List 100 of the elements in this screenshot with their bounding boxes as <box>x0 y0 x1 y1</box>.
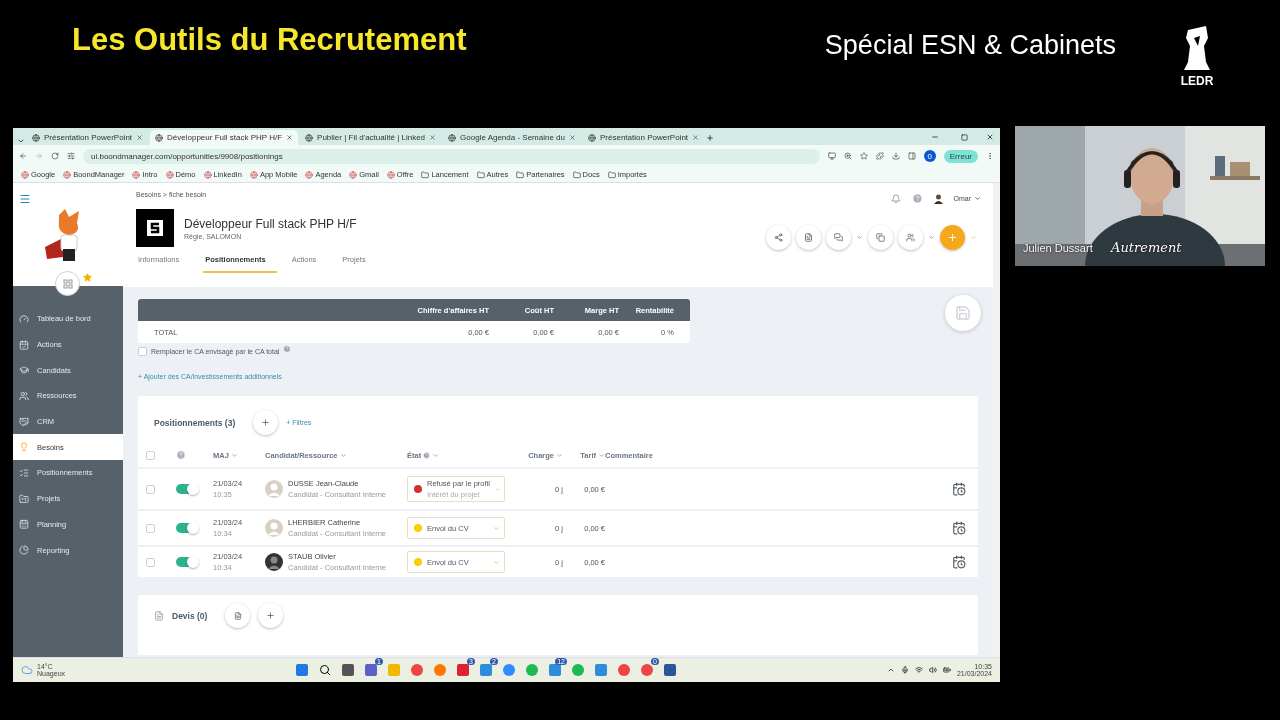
avatar-icon <box>265 553 283 571</box>
sort-icon[interactable] <box>230 451 238 459</box>
star-icon <box>83 273 92 282</box>
address-bar[interactable]: ui.boondmanager.com/opportunities/9908/positionings <box>83 148 820 164</box>
nav-icon <box>19 416 29 427</box>
sort-icon[interactable] <box>339 451 347 459</box>
app-icon <box>664 664 676 676</box>
nav-icon <box>19 545 29 556</box>
extensions-icon[interactable] <box>875 152 884 160</box>
status-button[interactable]: Erreur <box>943 149 978 163</box>
globe-icon <box>448 133 457 142</box>
document-button[interactable] <box>796 225 821 250</box>
caret-icon[interactable] <box>928 234 935 241</box>
caret-icon[interactable] <box>856 234 863 241</box>
user-avatar-icon <box>933 193 943 204</box>
nav-icon <box>19 339 29 350</box>
nav-icon <box>19 442 29 453</box>
close-tab-icon[interactable] <box>136 134 144 141</box>
help-icon[interactable] <box>911 193 923 204</box>
caret-icon[interactable] <box>974 195 981 202</box>
taskbar-app[interactable] <box>317 662 333 678</box>
card-title: Positionnements (3) <box>154 417 236 428</box>
close-icon[interactable] <box>986 133 994 141</box>
app-icon <box>526 664 538 676</box>
caret-icon <box>493 524 500 532</box>
toggle-switch[interactable] <box>176 557 198 567</box>
row-checkbox[interactable] <box>146 557 155 567</box>
document-icon <box>233 611 242 620</box>
folder-icon <box>421 170 430 179</box>
side-panel-icon[interactable] <box>907 152 916 160</box>
nav-icon <box>19 519 29 530</box>
help-icon[interactable] <box>423 451 431 459</box>
globe-icon <box>155 133 164 142</box>
help-icon[interactable] <box>283 344 292 353</box>
toggle-switch[interactable] <box>176 523 198 533</box>
globe-icon <box>386 170 395 179</box>
globe-icon <box>132 170 141 179</box>
microphone-icon[interactable] <box>900 666 909 674</box>
messages-button[interactable] <box>826 225 851 250</box>
browser-tab[interactable]: Développeur Full stack PHP H/F <box>150 130 299 145</box>
minimize-icon[interactable] <box>931 133 939 141</box>
checkbox[interactable] <box>138 347 147 356</box>
duplicate-button[interactable] <box>868 225 893 250</box>
logo-text: LEDR <box>1180 74 1214 88</box>
maximize-icon[interactable] <box>961 134 968 141</box>
avatar-icon <box>265 480 283 498</box>
people-button[interactable] <box>898 225 923 250</box>
share-icon <box>774 233 783 242</box>
share-button[interactable] <box>766 225 791 250</box>
add-button[interactable] <box>940 225 965 250</box>
new-tab-icon[interactable] <box>706 134 715 142</box>
menu-icon[interactable] <box>19 193 31 205</box>
install-icon[interactable] <box>827 152 836 160</box>
row-checkbox[interactable] <box>146 484 155 494</box>
toggle-switch[interactable] <box>176 484 198 494</box>
plus-icon <box>261 418 271 427</box>
close-tab-icon[interactable] <box>286 134 294 141</box>
sort-icon[interactable] <box>598 451 605 459</box>
reload-icon[interactable] <box>51 152 59 160</box>
close-tab-icon[interactable] <box>569 134 576 141</box>
nav-icon <box>19 493 29 504</box>
help-icon[interactable] <box>176 450 186 460</box>
wifi-icon[interactable] <box>914 666 923 674</box>
browser-tab[interactable]: Publier | Fil d'actualité | Linked <box>300 130 442 145</box>
browser-tab[interactable]: Présentation PowerPoint <box>583 130 705 145</box>
calendar-edit-icon[interactable] <box>952 482 966 496</box>
browser-tab[interactable]: Présentation PowerPoint <box>27 130 149 145</box>
weather-icon <box>21 664 33 676</box>
browser-tab[interactable]: Google Agenda - Semaine du <box>443 130 581 145</box>
tab-list-icon[interactable] <box>17 137 25 145</box>
job-title: Développeur Full stack PHP H/F <box>184 216 357 231</box>
download-icon[interactable] <box>891 152 900 160</box>
sort-icon[interactable] <box>556 451 563 459</box>
volume-icon[interactable] <box>928 666 937 674</box>
caption: Autrement <box>1111 240 1182 255</box>
battery-icon[interactable] <box>942 666 951 674</box>
app-icon <box>342 664 354 676</box>
folder-icon <box>516 170 525 179</box>
close-tab-icon[interactable] <box>429 134 437 141</box>
bookmark-star-icon[interactable] <box>859 152 868 160</box>
globe-icon <box>63 170 72 179</box>
calendar-edit-icon[interactable] <box>952 521 966 535</box>
profile-icon[interactable]: 0 <box>923 150 936 162</box>
app-icon <box>618 664 630 676</box>
sort-icon[interactable] <box>432 451 440 459</box>
notifications-icon[interactable] <box>890 193 901 204</box>
document-button[interactable] <box>225 603 251 628</box>
app-icon <box>549 664 561 676</box>
taskbar-app[interactable] <box>662 662 678 678</box>
back-icon[interactable] <box>19 152 27 160</box>
row-checkbox[interactable] <box>146 523 155 533</box>
zoom-icon[interactable] <box>843 152 852 160</box>
site-settings-icon[interactable] <box>67 152 75 160</box>
close-tab-icon[interactable] <box>692 134 700 141</box>
select-all-checkbox[interactable] <box>146 450 155 460</box>
forward-icon[interactable] <box>35 152 43 160</box>
taskbar-app[interactable] <box>340 662 356 678</box>
more-icon[interactable] <box>986 152 994 160</box>
slide-title: Les Outils du Recrutement <box>72 22 467 58</box>
calendar-edit-icon[interactable] <box>952 555 966 569</box>
